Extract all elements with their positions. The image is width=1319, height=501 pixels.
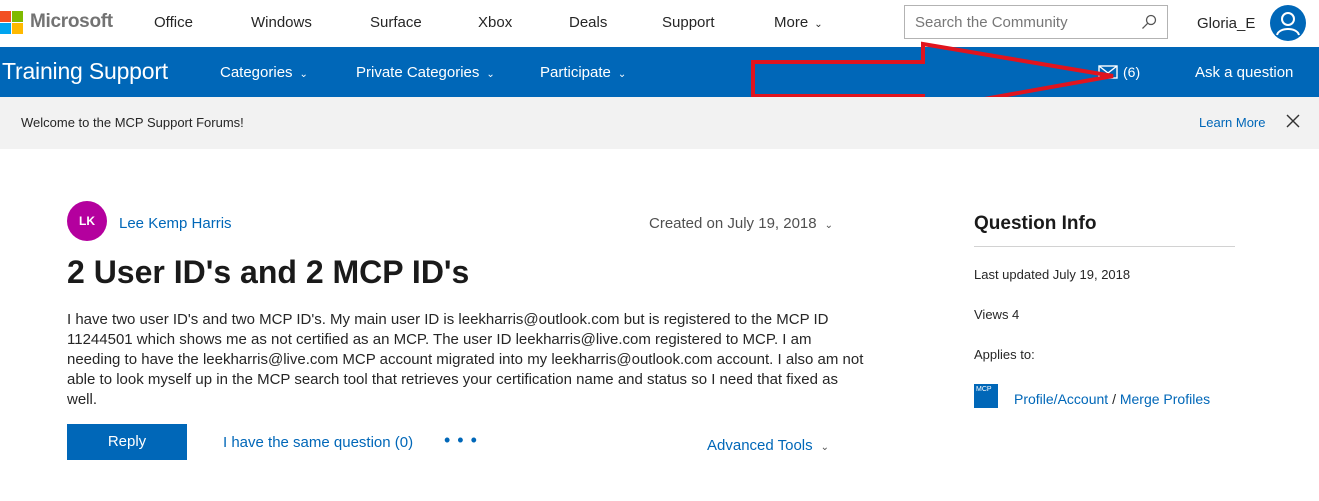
created-date-label: Created on July 19, 2018: [649, 215, 817, 232]
nav-private-categories-label: Private Categories: [356, 64, 480, 81]
question-title: 2 User ID's and 2 MCP ID's: [67, 254, 470, 290]
search-box: [904, 5, 1168, 39]
site-brand[interactable]: Training Support: [2, 58, 168, 85]
nav-office[interactable]: Office: [154, 14, 193, 31]
author-name[interactable]: Lee Kemp Harris: [119, 215, 232, 232]
user-avatar-icon[interactable]: [1270, 5, 1306, 41]
nav-surface[interactable]: Surface: [370, 14, 422, 31]
more-options-icon[interactable]: • • •: [444, 430, 478, 451]
nav-categories-label: Categories: [220, 64, 293, 81]
welcome-banner: Welcome to the MCP Support Forums! Learn…: [0, 97, 1319, 149]
nav-support[interactable]: Support: [662, 14, 715, 31]
last-updated: Last updated July 19, 2018: [974, 267, 1131, 282]
question-info-heading: Question Info: [974, 213, 1097, 234]
same-question-button[interactable]: I have the same question (0): [223, 434, 413, 451]
views-count: Views 4: [974, 307, 1020, 322]
nav-windows[interactable]: Windows: [251, 14, 312, 31]
nav-more[interactable]: More ⌄: [774, 14, 823, 31]
nav-participate-label: Participate: [540, 64, 611, 81]
nav-categories[interactable]: Categories ⌄: [220, 64, 308, 81]
microsoft-logo-text[interactable]: Microsoft: [30, 11, 113, 33]
user-name[interactable]: Gloria_E: [1197, 15, 1255, 32]
advanced-tools-button[interactable]: Advanced Tools ⌄: [707, 437, 829, 454]
nav-participate[interactable]: Participate ⌄: [540, 64, 626, 81]
applies-to-links: Profile/Account / Merge Profiles: [1014, 391, 1210, 407]
search-input[interactable]: [905, 6, 1125, 38]
chevron-down-icon: ⌄: [824, 220, 834, 231]
mcp-badge-icon: MCP: [974, 384, 998, 408]
reply-button[interactable]: Reply: [67, 424, 187, 460]
advanced-tools-label: Advanced Tools: [707, 437, 813, 454]
applies-to-label: Applies to:: [974, 347, 1035, 362]
chevron-down-icon: ⌄: [299, 69, 308, 80]
author-avatar[interactable]: LK: [67, 201, 107, 241]
chevron-down-icon: ⌄: [820, 442, 830, 453]
chevron-down-icon: ⌄: [814, 19, 823, 30]
search-icon[interactable]: [1141, 14, 1157, 30]
ask-question-button[interactable]: Ask a question: [1195, 64, 1293, 81]
created-date[interactable]: Created on July 19, 2018 ⌄: [649, 215, 833, 232]
chevron-down-icon: ⌄: [486, 69, 495, 80]
nav-more-label: More: [774, 14, 809, 31]
close-icon[interactable]: [1286, 114, 1300, 128]
microsoft-logo-icon[interactable]: [0, 11, 23, 34]
divider: [974, 246, 1235, 247]
nav-xbox[interactable]: Xbox: [478, 14, 512, 31]
link-separator: /: [1112, 391, 1116, 407]
nav-private-categories[interactable]: Private Categories ⌄: [356, 64, 495, 81]
banner-text: Welcome to the MCP Support Forums!: [21, 115, 244, 130]
profile-account-link[interactable]: Profile/Account: [1014, 391, 1108, 407]
chevron-down-icon: ⌄: [617, 69, 627, 80]
learn-more-link[interactable]: Learn More: [1199, 115, 1265, 130]
merge-profiles-link[interactable]: Merge Profiles: [1120, 391, 1210, 407]
nav-deals[interactable]: Deals: [569, 14, 607, 31]
question-body: I have two user ID's and two MCP ID's. M…: [67, 311, 864, 408]
